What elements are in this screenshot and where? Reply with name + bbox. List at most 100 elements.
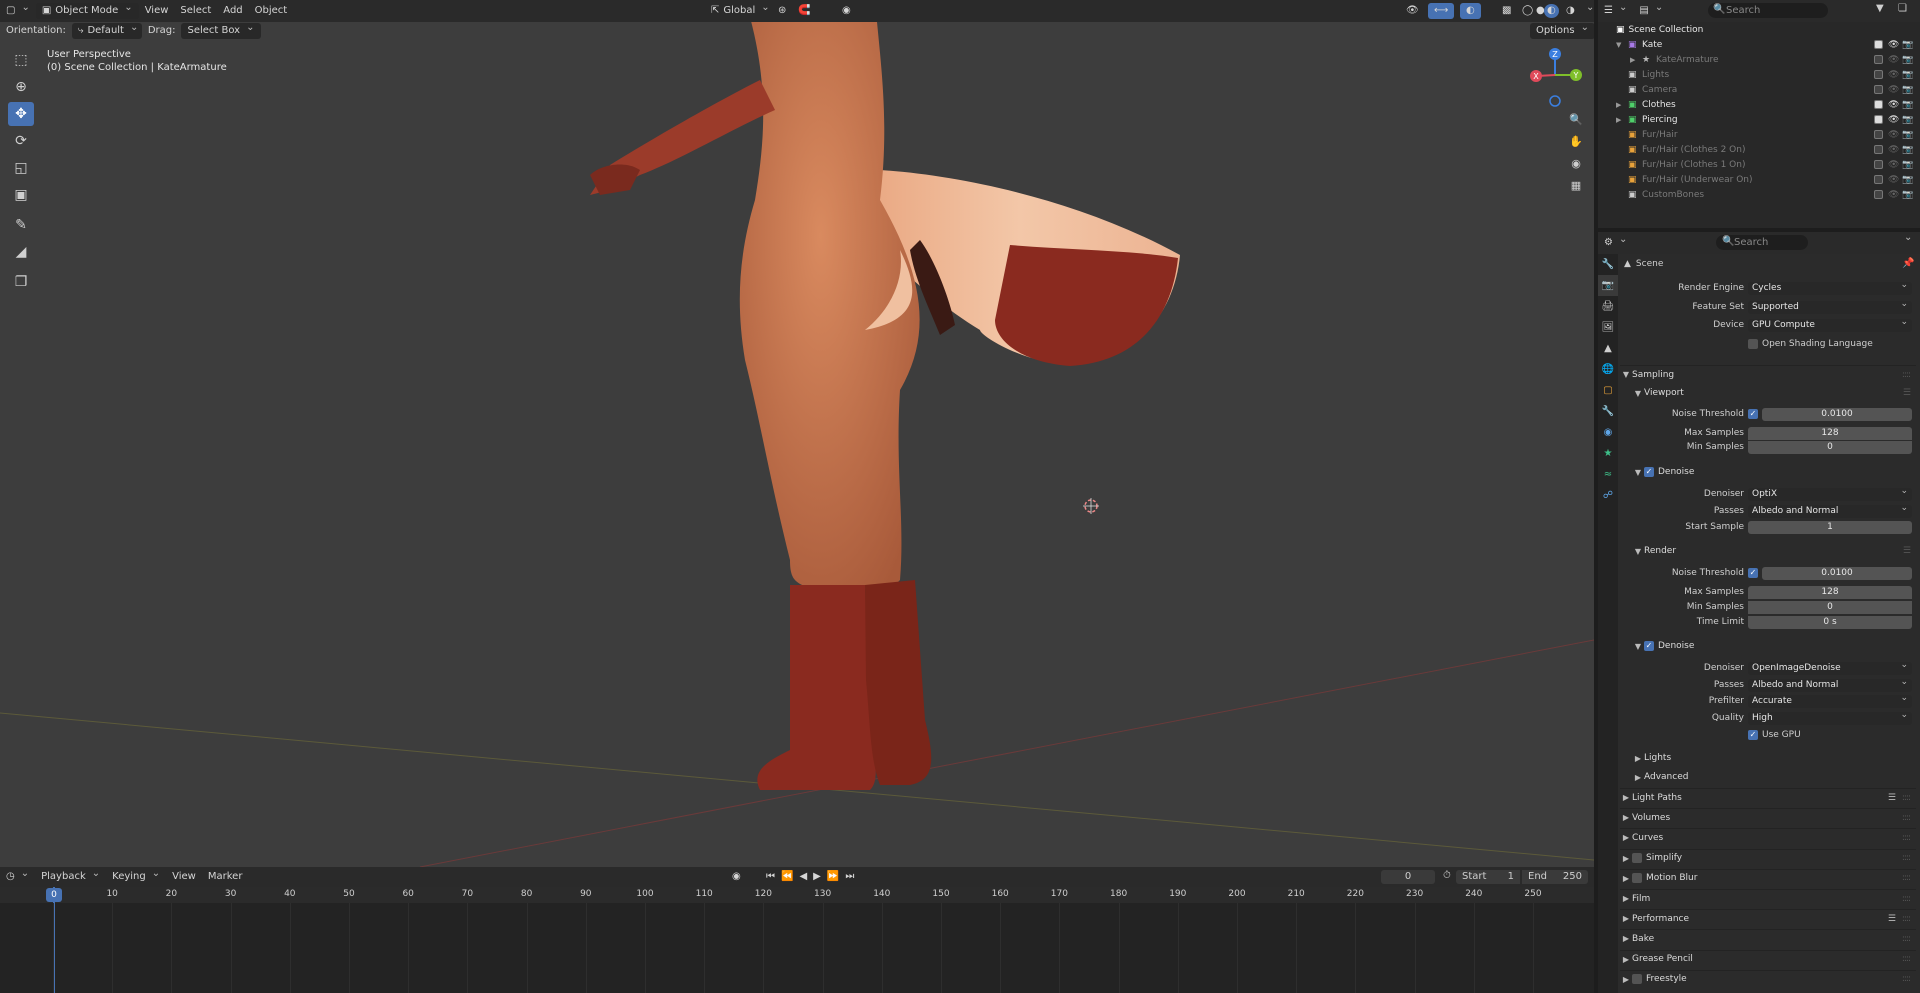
scale-tool[interactable]: ◱	[8, 156, 34, 180]
r-max-samples-field[interactable]: 128	[1748, 585, 1912, 599]
camera-render-icon[interactable]: 📷	[1902, 85, 1913, 95]
exclude-checkbox[interactable]	[1874, 100, 1883, 109]
vp-noise-threshold-checkbox[interactable]: ✓	[1748, 409, 1758, 419]
section-grease-pencil[interactable]: ▶ Grease Pencil::::	[1620, 949, 1916, 968]
current-frame-field[interactable]: 0	[1381, 870, 1435, 884]
eye-icon[interactable]: 👁	[1888, 115, 1899, 125]
section-enable-checkbox[interactable]	[1632, 873, 1642, 884]
physics-tab-icon[interactable]: ◉	[1598, 422, 1618, 443]
expand-arrow-icon[interactable]: ▶	[1630, 56, 1635, 64]
editor-type-button[interactable]: ▢	[0, 2, 36, 20]
section-bake[interactable]: ▶ Bake::::	[1620, 929, 1916, 947]
section-lights[interactable]: ▶ Lights	[1632, 749, 1916, 767]
r-denoise-checkbox[interactable]: ✓	[1644, 641, 1654, 651]
bone-tab-icon[interactable]: ≈	[1598, 464, 1618, 485]
output-tab-icon[interactable]: 🖨	[1598, 296, 1618, 317]
properties-editor-type-button[interactable]: ⚙	[1598, 234, 1633, 252]
next-keyframe-icon[interactable]: ⏩	[827, 868, 841, 886]
r-prefilter-dropdown[interactable]: Accurate	[1748, 692, 1912, 708]
outliner-editor[interactable]: ☰ ▤ Search 🔍 ▼ ❏ ▣ Scene Collection ▼ ▣ Ka…	[1598, 0, 1920, 228]
section-enable-checkbox[interactable]	[1632, 853, 1642, 864]
eye-icon[interactable]: 👁	[1888, 145, 1899, 155]
start-frame-field[interactable]: Start 1	[1456, 870, 1520, 884]
camera-render-icon[interactable]: 📷	[1902, 70, 1913, 80]
vp-start-sample-field[interactable]: 1	[1748, 520, 1912, 534]
camera-render-icon[interactable]: 📷	[1902, 160, 1913, 170]
annotate-tool[interactable]: ✎	[8, 213, 34, 237]
presets-icon[interactable]: ☰	[1888, 793, 1896, 803]
display-mode-button[interactable]: ▤	[1633, 2, 1669, 20]
expand-arrow-icon[interactable]: ▼	[1616, 41, 1621, 49]
outliner-row[interactable]: ▣ CustomBones 👁 📷	[1598, 187, 1920, 202]
material-shading-icon[interactable]: ◐	[1544, 4, 1559, 18]
mode-dropdown[interactable]: ▣ Object Mode	[35, 3, 139, 19]
render-tab-icon[interactable]: 📷	[1598, 275, 1618, 296]
osl-checkbox[interactable]: Open Shading Language	[1748, 339, 1873, 349]
play-reverse-icon[interactable]: ◀	[799, 868, 809, 886]
vp-denoiser-dropdown[interactable]: OptiX	[1748, 485, 1912, 501]
exclude-checkbox[interactable]	[1874, 145, 1883, 154]
eye-icon[interactable]: 👁	[1888, 160, 1899, 170]
menu-object[interactable]: Object	[249, 2, 294, 20]
end-frame-field[interactable]: End 250	[1522, 870, 1588, 884]
camera-render-icon[interactable]: 📷	[1902, 40, 1913, 50]
constraint-tab-icon[interactable]: ☍	[1598, 485, 1618, 506]
measure-tool[interactable]: ◢	[8, 240, 34, 264]
jump-end-icon[interactable]: ⏭	[845, 868, 856, 886]
navigation-gizmo[interactable]: Z Y X	[1525, 45, 1587, 110]
add-cube-tool[interactable]: ❐	[8, 270, 34, 294]
rotate-tool[interactable]: ⟳	[8, 129, 34, 153]
exclude-checkbox[interactable]	[1874, 70, 1883, 79]
expand-arrow-icon[interactable]: ▶	[1616, 116, 1621, 124]
select-box-tool[interactable]: ⬚	[8, 48, 34, 72]
menu-playback[interactable]: Playback	[35, 868, 106, 886]
section-film[interactable]: ▶ Film::::	[1620, 889, 1916, 907]
exclude-checkbox[interactable]	[1874, 190, 1883, 199]
camera-render-icon[interactable]: 📷	[1902, 100, 1913, 110]
exclude-checkbox[interactable]	[1874, 55, 1883, 64]
object-data-tab-icon[interactable]: ★	[1598, 443, 1618, 464]
proportional-edit-icon[interactable]: ◉	[836, 2, 857, 20]
overlay-toggle-icon[interactable]: ◐	[1460, 3, 1481, 19]
outliner-row[interactable]: ▣ Camera 👁 📷	[1598, 82, 1920, 97]
shading-options-icon[interactable]	[1578, 2, 1594, 20]
section-freestyle[interactable]: ▶ Freestyle::::	[1620, 969, 1916, 988]
expand-arrow-icon[interactable]: ▶	[1616, 101, 1621, 109]
exclude-checkbox[interactable]	[1874, 130, 1883, 139]
feature-set-dropdown[interactable]: Supported	[1748, 298, 1912, 314]
eye-icon[interactable]: 👁	[1888, 55, 1899, 65]
playhead-frame-indicator[interactable]: 0	[46, 888, 62, 902]
outliner-row-scene-collection[interactable]: ▣ Scene Collection	[1598, 22, 1920, 37]
pan-hand-icon[interactable]: ✋	[1566, 131, 1586, 151]
pin-icon[interactable]: 📌	[1902, 258, 1914, 269]
section-render[interactable]: ▼ Render ☰	[1632, 542, 1916, 560]
stopwatch-icon[interactable]: ⏱	[1443, 870, 1451, 881]
scene-tab-icon[interactable]: ▲	[1598, 338, 1618, 359]
eye-icon[interactable]: 👁	[1888, 175, 1899, 185]
outliner-row[interactable]: ▣ Lights 👁 📷	[1598, 67, 1920, 82]
use-gpu-checkbox[interactable]: ✓ Use GPU	[1748, 730, 1801, 740]
outliner-row[interactable]: ▶ ★ KateArmature 👁 📷	[1598, 52, 1920, 67]
section-curves[interactable]: ▶ Curves::::	[1620, 828, 1916, 846]
exclude-checkbox[interactable]	[1874, 160, 1883, 169]
vp-noise-threshold-field[interactable]: 0.0100	[1762, 407, 1912, 421]
r-passes-dropdown[interactable]: Albedo and Normal	[1748, 676, 1912, 692]
menu-select[interactable]: Select	[174, 2, 217, 20]
menu-add[interactable]: Add	[217, 2, 248, 20]
tool-tab-icon[interactable]: 🔧	[1598, 254, 1618, 275]
cursor-tool[interactable]: ⊕	[8, 75, 34, 99]
presets-icon[interactable]: ☰	[1888, 914, 1896, 924]
3d-viewport[interactable]: ▢ ▣Object Mode View Select Add Object ⇱G…	[0, 0, 1594, 867]
gizmo-toggle-icon[interactable]: ⟷	[1428, 3, 1455, 19]
camera-render-icon[interactable]: 📷	[1902, 175, 1913, 185]
outliner-row[interactable]: ▣ Fur/Hair (Underwear On) 👁 📷	[1598, 172, 1920, 187]
transform-orientation-dropdown[interactable]: ⇱ Global	[705, 2, 776, 20]
outliner-row[interactable]: ▼ ▣ Kate 👁 📷	[1598, 37, 1920, 52]
camera-render-icon[interactable]: 📷	[1902, 130, 1913, 140]
camera-render-icon[interactable]: 📷	[1902, 145, 1913, 155]
drag-dropdown[interactable]: Select Box	[181, 23, 261, 39]
eye-icon[interactable]: 👁	[1888, 40, 1899, 50]
new-collection-icon[interactable]: ❏	[1898, 3, 1907, 14]
eye-icon[interactable]: 👁	[1888, 190, 1899, 200]
outliner-row[interactable]: ▣ Fur/Hair 👁 📷	[1598, 127, 1920, 142]
